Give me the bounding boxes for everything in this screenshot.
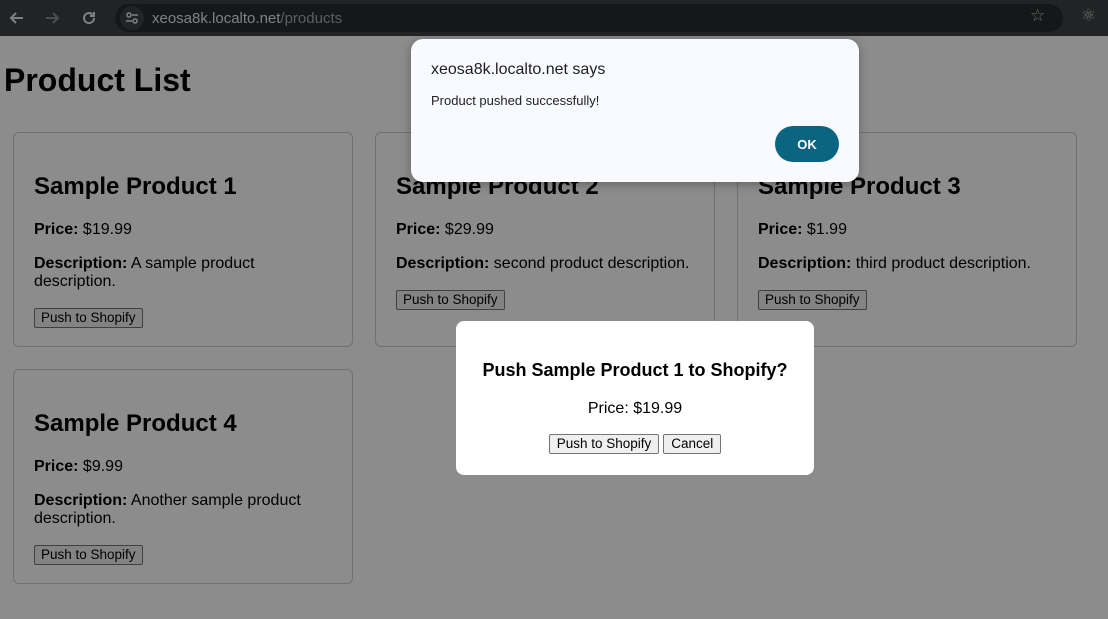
alert-ok-button[interactable]: OK bbox=[775, 126, 839, 162]
confirm-push-button[interactable]: Push to Shopify bbox=[548, 434, 660, 454]
modal-price: Price: $19.99 bbox=[587, 400, 683, 417]
modal-title: Push Sample Product 1 to Shopify? bbox=[482, 360, 788, 380]
alert-message: Product pushed successfully! bbox=[431, 93, 600, 108]
modal-actions: Push to Shopify Cancel bbox=[456, 434, 814, 454]
cancel-button[interactable]: Cancel bbox=[663, 434, 722, 454]
browser-alert-dialog: xeosa8k.localto.net says Product pushed … bbox=[411, 39, 859, 182]
alert-title: xeosa8k.localto.net says bbox=[431, 61, 606, 78]
push-confirm-modal: Push Sample Product 1 to Shopify? Price:… bbox=[456, 321, 814, 475]
